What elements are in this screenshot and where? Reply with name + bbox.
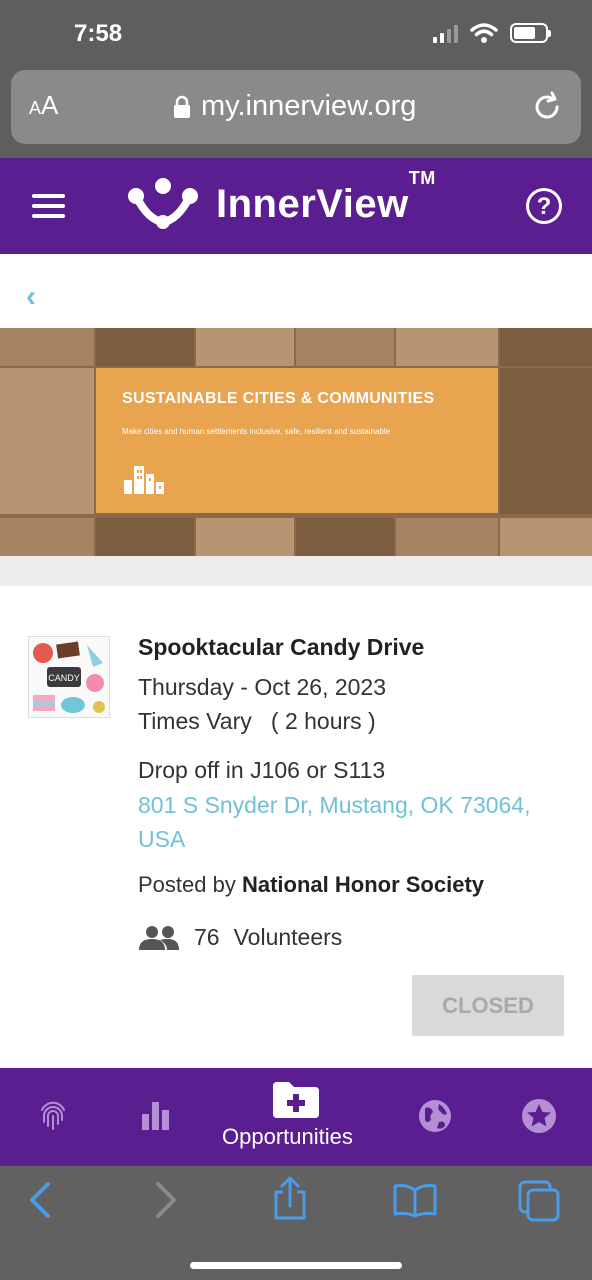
bookmarks-icon[interactable] <box>392 1182 438 1218</box>
banner-subtitle: Make cities and human settlements inclus… <box>122 427 391 436</box>
volunteer-label: Volunteers <box>233 924 343 950</box>
address-bar[interactable]: AAAA my.innerview.org <box>11 70 581 144</box>
folder-plus-icon[interactable] <box>271 1080 321 1120</box>
volunteer-number: 76 <box>194 924 220 950</box>
innerview-mark-icon <box>128 178 198 229</box>
posted-by-prefix: Posted by <box>138 872 236 897</box>
browser-forward-icon[interactable] <box>150 1180 180 1220</box>
candy-illustration-icon: CANDY <box>29 637 109 717</box>
duration-text: ( 2 hours ) <box>270 708 376 734</box>
organization-name: National Honor Society <box>241 872 485 897</box>
bar-chart-icon[interactable] <box>140 1098 172 1132</box>
battery-icon <box>510 23 551 43</box>
browser-back-icon[interactable] <box>26 1180 56 1220</box>
home-indicator <box>190 1262 402 1269</box>
opportunity-times: Times Vary ( 2 hours ) <box>138 708 376 735</box>
fingerprint-icon[interactable] <box>36 1098 70 1132</box>
wifi-icon <box>470 23 498 43</box>
opportunity-location: Drop off in J106 or S113 <box>138 757 386 783</box>
innerview-logo: InnerViewTM <box>126 167 436 232</box>
nav-label-opportunities[interactable]: Opportunities <box>222 1124 353 1150</box>
posted-by: Posted by National Honor Society <box>138 872 484 898</box>
opportunity-date: Thursday - Oct 26, 2023 <box>138 674 387 700</box>
banner-title: SUSTAINABLE CITIES & COMMUNITIES <box>122 390 435 407</box>
globe-icon[interactable] <box>417 1098 453 1134</box>
city-buildings-icon <box>124 466 164 494</box>
opportunity-title[interactable]: Spooktacular Candy Drive <box>138 634 424 661</box>
banner-card: SUSTAINABLE CITIES & COMMUNITIES Make ci… <box>96 368 498 513</box>
bottom-nav: Opportunities <box>0 1068 592 1166</box>
lock-icon <box>174 95 190 118</box>
section-divider <box>0 556 592 586</box>
url-display[interactable]: my.innerview.org <box>173 90 416 123</box>
help-button[interactable]: ? <box>526 188 562 224</box>
sdg-banner-image: SUSTAINABLE CITIES & COMMUNITIES Make ci… <box>0 328 592 556</box>
back-chevron-icon[interactable]: ‹ <box>26 280 36 314</box>
browser-chrome: 7:58 AAAA my.innerview.org <box>0 0 592 158</box>
star-badge-icon[interactable] <box>521 1098 557 1134</box>
menu-icon[interactable] <box>32 194 65 224</box>
volunteer-count: 76 Volunteers <box>138 924 342 951</box>
times-text: Times Vary <box>138 708 252 734</box>
closed-status-button[interactable]: CLOSED <box>412 975 564 1036</box>
svg-text:CANDY: CANDY <box>48 673 80 683</box>
opportunity-thumbnail: CANDY <box>28 636 110 718</box>
status-icons <box>433 22 551 44</box>
reload-icon[interactable] <box>533 90 563 122</box>
address-link[interactable]: 801 S Snyder Dr, Mustang, OK 73064, USA <box>138 788 558 856</box>
app-header: InnerViewTM ? <box>0 158 592 254</box>
brand-name: InnerViewTM <box>216 167 436 226</box>
url-text: my.innerview.org <box>201 90 417 122</box>
status-time: 7:58 <box>74 20 123 47</box>
cellular-signal-icon <box>433 23 458 43</box>
share-icon[interactable] <box>270 1176 310 1222</box>
tabs-icon[interactable] <box>518 1180 562 1222</box>
people-icon <box>139 925 179 950</box>
text-size-button[interactable]: AAAA <box>29 90 58 121</box>
